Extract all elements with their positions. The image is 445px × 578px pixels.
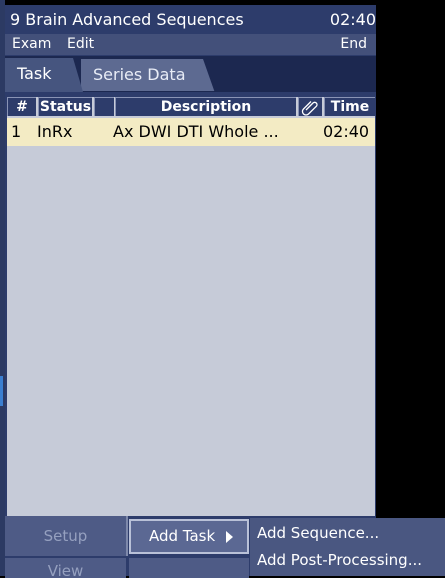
view-button[interactable]: View <box>5 558 126 578</box>
col-header-attachment[interactable] <box>298 97 322 116</box>
col-header-number-label: # <box>16 99 28 115</box>
add-task-button-label: Add Task <box>149 527 216 545</box>
tab-task[interactable]: Task <box>5 58 83 92</box>
blank-button[interactable] <box>129 558 249 578</box>
add-task-button[interactable]: Add Task <box>129 519 249 554</box>
exam-panel: 9 Brain Advanced Sequences 02:40 Exam Ed… <box>5 5 376 576</box>
col-header-description[interactable]: Description <box>115 97 296 116</box>
edge-marker <box>0 376 3 406</box>
exam-title: 9 Brain Advanced Sequences <box>10 10 244 29</box>
tab-strip: Series Data Task <box>5 56 376 92</box>
col-header-blank[interactable] <box>94 97 114 116</box>
row-time: 02:40 <box>323 122 370 141</box>
setup-button[interactable]: Setup <box>5 516 128 556</box>
setup-button-label: Setup <box>43 527 88 545</box>
menu-item-add-sequence[interactable]: Add Sequence... <box>257 520 379 546</box>
tab-series-data[interactable]: Series Data <box>81 59 215 91</box>
row-description: Ax DWI DTI Whole ... <box>113 122 279 141</box>
title-bar: 9 Brain Advanced Sequences 02:40 <box>5 7 376 33</box>
menu-item-add-post-processing[interactable]: Add Post-Processing... <box>257 547 422 573</box>
menu-bar: Exam Edit End <box>5 34 376 55</box>
exam-clock: 02:40 <box>329 10 376 29</box>
row-status: InRx <box>37 122 73 141</box>
menu-end[interactable]: End <box>340 34 367 55</box>
col-header-time[interactable]: Time <box>324 97 375 116</box>
col-header-description-label: Description <box>160 99 252 115</box>
menu-edit[interactable]: Edit <box>67 34 94 55</box>
row-number: 1 <box>11 122 22 141</box>
col-header-status-label: Status <box>39 99 92 115</box>
col-header-time-label: Time <box>330 99 370 115</box>
col-header-status[interactable]: Status <box>38 97 92 116</box>
task-table: # Status Description Time 1 InRx Ax DWI … <box>7 97 375 516</box>
add-task-submenu: Add Sequence... Add Post-Processing... <box>250 518 445 576</box>
paperclip-icon <box>301 101 318 116</box>
submenu-arrow-icon <box>226 531 233 543</box>
tab-series-data-label: Series Data <box>93 65 186 84</box>
menu-exam[interactable]: Exam <box>12 34 51 55</box>
tab-task-label: Task <box>17 64 52 83</box>
col-header-number[interactable]: # <box>7 97 36 116</box>
table-row[interactable]: 1 InRx Ax DWI DTI Whole ... 02:40 <box>7 118 375 146</box>
